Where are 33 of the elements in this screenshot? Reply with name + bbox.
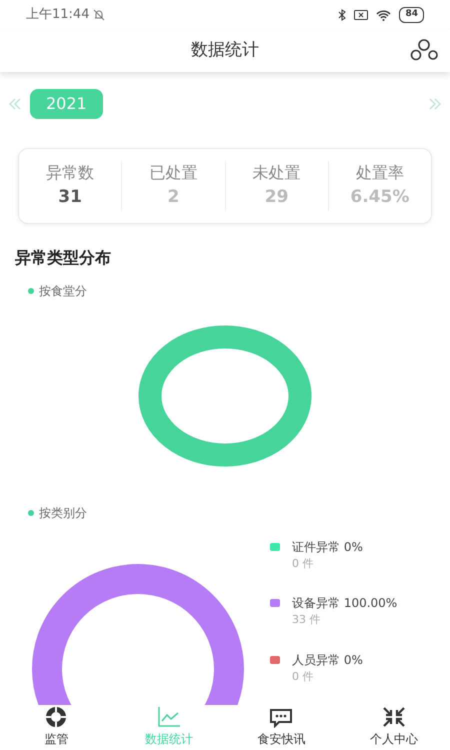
stat-label: 已处置 (148, 162, 198, 184)
sim-icon (354, 10, 368, 20)
collapse-icon (382, 706, 406, 728)
bluetooth-icon (338, 9, 346, 21)
stat-value: 6.45% (349, 186, 410, 209)
legend-label: 人员异常 0% (292, 652, 363, 668)
legend-label: 证件异常 0% (292, 538, 363, 556)
wifi-icon (376, 10, 392, 20)
legend-count: 0 件 (291, 668, 314, 684)
tab[interactable]: 食安快讯 (225, 705, 338, 750)
legend-count: 0 件 (291, 556, 314, 572)
stat-label: 异常数 (45, 162, 96, 184)
tab[interactable]: 监管 (0, 705, 112, 750)
subsection-label: 按食堂分 (39, 282, 87, 300)
status-time: 上午11:44 (26, 6, 90, 24)
stat-value: 2 (166, 186, 180, 209)
subsection-label: 按类别分 (39, 504, 87, 522)
nodes-icon[interactable] (410, 39, 438, 61)
battery-level: 84 (399, 7, 424, 23)
stat-value: 31 (57, 186, 83, 209)
next-year-icon[interactable] (428, 98, 442, 110)
legend-count: 33 件 (291, 612, 322, 628)
legend-label: 设备异常 100.00% (292, 595, 398, 612)
message-icon (269, 708, 294, 728)
previous-year-icon[interactable] (8, 98, 22, 110)
mute-icon (93, 9, 106, 21)
stat-label: 处置率 (354, 162, 405, 184)
stat-value: 29 (264, 186, 290, 209)
line-chart-icon (156, 706, 181, 728)
page-title: 数据统计 (191, 39, 259, 62)
section-title: 异常类型分布 (14, 246, 112, 268)
stat-label: 未处置 (252, 162, 302, 184)
tab[interactable]: 个人中心 (338, 705, 450, 750)
